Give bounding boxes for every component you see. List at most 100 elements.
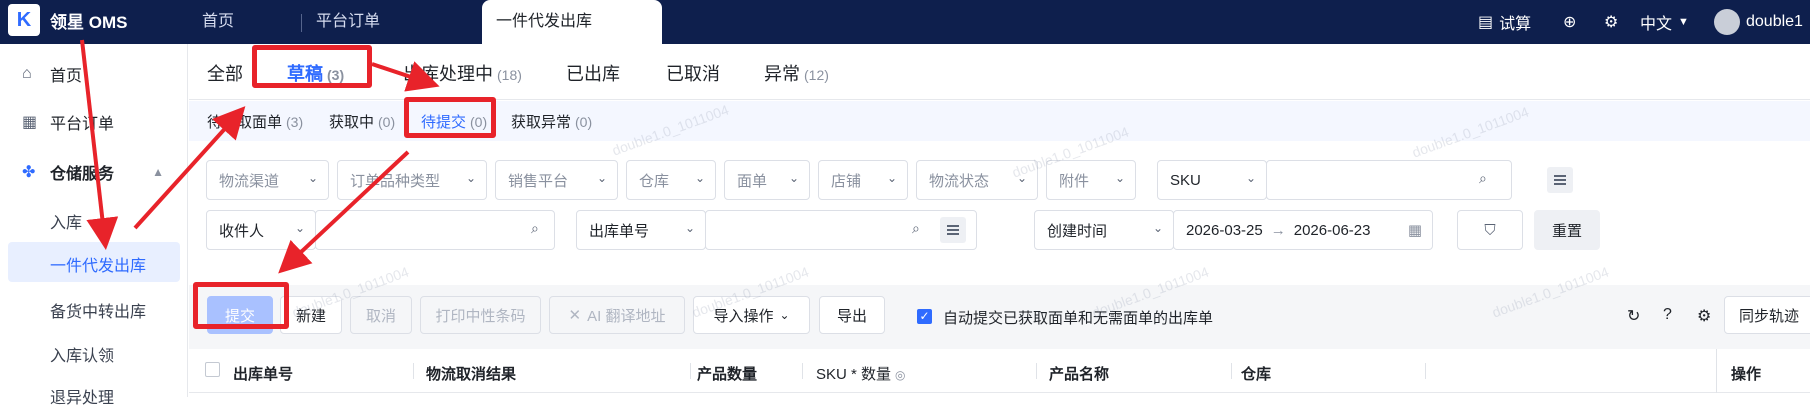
- sidebar-item-warehouse-service[interactable]: ✤ 仓储服务 ▲: [0, 152, 188, 192]
- column-settings-icon[interactable]: ⚙: [1697, 306, 1711, 326]
- col-warehouse[interactable]: 仓库: [1241, 363, 1271, 384]
- fixed-column-edge: [1716, 349, 1717, 393]
- download-button[interactable]: ⊕: [1563, 0, 1576, 44]
- col-sku-qty[interactable]: SKU * 数量 ◎: [816, 363, 906, 384]
- calendar-icon: ▦: [1407, 222, 1422, 239]
- top-tab-platform-orders[interactable]: 平台订单: [316, 0, 380, 44]
- recipient-search-input[interactable]: [315, 210, 555, 250]
- tab-shipped[interactable]: 已出库: [566, 60, 620, 86]
- batch-list-icon[interactable]: [940, 217, 966, 243]
- sidebar-item-label: 平台订单: [50, 116, 115, 133]
- column-divider: [802, 363, 803, 379]
- calculator-icon: ▤: [1478, 14, 1494, 31]
- info-icon: ◎: [895, 368, 906, 382]
- refresh-icon[interactable]: ↻: [1627, 306, 1640, 326]
- filter-warehouse[interactable]: 仓库 ⌄: [626, 160, 716, 200]
- tab-exception[interactable]: 异常 (12): [764, 60, 829, 86]
- sku-search-input[interactable]: [1266, 160, 1512, 200]
- tab-cancelled[interactable]: 已取消: [666, 60, 720, 86]
- filter-recipient-type[interactable]: 收件人 ⌄: [206, 210, 316, 250]
- top-tab-divider: [301, 14, 302, 32]
- top-tab-dropship-outbound[interactable]: 一件代发出库: [482, 0, 662, 44]
- filter-order-no-type[interactable]: 出库单号 ⌄: [576, 210, 706, 250]
- auto-submit-checkbox[interactable]: ✓: [917, 309, 932, 324]
- top-tab-home[interactable]: 首页: [202, 0, 234, 44]
- filter-time-type[interactable]: 创建时间 ⌄: [1034, 210, 1174, 250]
- search-icon[interactable]: ⌕: [531, 220, 539, 237]
- ai-translate-button[interactable]: ✕ AI 翻译地址: [549, 296, 685, 334]
- subtab-fetching[interactable]: 获取中 (0): [329, 111, 395, 132]
- search-icon[interactable]: ⌕: [1479, 170, 1487, 187]
- sidebar-item-home[interactable]: ⌂ 首页: [0, 54, 188, 94]
- chevron-down-icon: ⌄: [294, 221, 305, 235]
- sidebar: ⌂ 首页 ▦ 平台订单 ✤ 仓储服务 ▲ 入库 一件代发出库 备货中转出库 入库…: [0, 44, 188, 407]
- translate-icon: ✕: [568, 307, 582, 324]
- sidebar-item-label: 仓储服务: [50, 166, 115, 183]
- chevron-down-icon: ⌄: [886, 171, 897, 185]
- username: double1: [1746, 13, 1803, 30]
- select-all-checkbox[interactable]: [205, 362, 220, 377]
- settings-button[interactable]: ⚙: [1604, 0, 1618, 44]
- sidebar-item-label: 首页: [50, 68, 83, 85]
- date-end: 2026-06-23: [1293, 221, 1371, 239]
- tab-all[interactable]: 全部: [207, 60, 243, 86]
- filter-sku-type[interactable]: SKU ⌄: [1157, 160, 1267, 200]
- clipboard-icon: ▦: [22, 114, 38, 131]
- filter-sales-platform[interactable]: 销售平台 ⌄: [495, 160, 618, 200]
- tab-processing[interactable]: 出库处理中 (18): [403, 60, 522, 86]
- chevron-down-icon: ⌄: [788, 171, 799, 185]
- chevron-down-icon: ⌄: [307, 171, 318, 185]
- funnel-icon: ⛉: [1484, 221, 1496, 239]
- col-cancel-result[interactable]: 物流取消结果: [426, 363, 516, 384]
- annotation-box-submit: [193, 282, 289, 329]
- order-no-search-input[interactable]: [705, 210, 977, 250]
- col-quantity[interactable]: 产品数量: [697, 363, 757, 384]
- column-divider: [1036, 363, 1037, 379]
- export-button[interactable]: 导出: [819, 296, 885, 334]
- app-name: 领星 OMS: [50, 12, 128, 32]
- sidebar-sub-dropship-outbound[interactable]: 一件代发出库: [50, 252, 146, 276]
- subtab-await-label[interactable]: 待获取面单 (3): [207, 111, 303, 132]
- top-bar: K 领星 OMS 首页 平台订单 一件代发出库 ▤ 试算 ⊕ ⚙ 中文 ▼ do…: [0, 0, 1810, 44]
- auto-submit-label: 自动提交已获取面单和无需面单的出库单: [943, 310, 1214, 327]
- date-range-picker[interactable]: 2026-03-25 → 2026-06-23 ▦: [1173, 210, 1433, 250]
- language-select[interactable]: 中文 ▼: [1640, 0, 1689, 44]
- sidebar-sub-returns[interactable]: 退异处理: [50, 384, 114, 408]
- sidebar-sub-transfer-outbound[interactable]: 备货中转出库: [50, 298, 146, 322]
- chevron-down-icon: ⌄: [694, 171, 705, 185]
- filter-logistics-channel[interactable]: 物流渠道 ⌄: [206, 160, 329, 200]
- language-label: 中文: [1640, 16, 1673, 33]
- chevron-down-icon: ⌄: [596, 171, 607, 185]
- search-icon[interactable]: ⌕: [912, 220, 920, 237]
- filter-attachment[interactable]: 附件 ⌄: [1046, 160, 1136, 200]
- col-order-no[interactable]: 出库单号: [233, 363, 293, 384]
- trial-label: 试算: [1499, 16, 1532, 33]
- filter-store[interactable]: 店铺 ⌄: [818, 160, 908, 200]
- chevron-down-icon: ⌄: [1114, 171, 1125, 185]
- user-menu[interactable]: double1: [1714, 0, 1803, 44]
- home-icon: ⌂: [22, 65, 32, 82]
- batch-list-icon[interactable]: [1547, 167, 1573, 193]
- sync-tracking-button[interactable]: 同步轨迹: [1724, 296, 1810, 334]
- filter-order-type[interactable]: 订单品种类型 ⌄: [337, 160, 487, 200]
- filter-funnel-button[interactable]: ⛉: [1457, 210, 1523, 250]
- subtab-fetch-error[interactable]: 获取异常 (0): [511, 111, 592, 132]
- reset-button[interactable]: 重置: [1534, 210, 1600, 250]
- sidebar-sub-inbound-claim[interactable]: 入库认领: [50, 342, 114, 366]
- annotation-box-draft-tab: [252, 45, 372, 88]
- chevron-down-icon: ⌄: [684, 221, 695, 235]
- filter-label[interactable]: 面单 ⌄: [724, 160, 810, 200]
- col-product-name[interactable]: 产品名称: [1049, 363, 1109, 384]
- chevron-down-icon: ⌄: [1152, 221, 1163, 235]
- app-logo[interactable]: K 领星 OMS: [8, 4, 127, 36]
- column-divider: [1231, 363, 1232, 379]
- help-icon[interactable]: ?: [1663, 306, 1672, 324]
- col-actions: 操作: [1731, 366, 1762, 383]
- sidebar-item-platform-orders[interactable]: ▦ 平台订单: [0, 102, 188, 142]
- print-barcode-button[interactable]: 打印中性条码: [420, 296, 541, 334]
- sidebar-sub-inbound[interactable]: 入库: [50, 209, 82, 233]
- chevron-down-icon: ⌄: [465, 171, 476, 185]
- warehouse-icon: ✤: [22, 164, 36, 181]
- trial-calc[interactable]: ▤ 试算: [1478, 0, 1531, 44]
- cancel-button[interactable]: 取消: [350, 296, 412, 334]
